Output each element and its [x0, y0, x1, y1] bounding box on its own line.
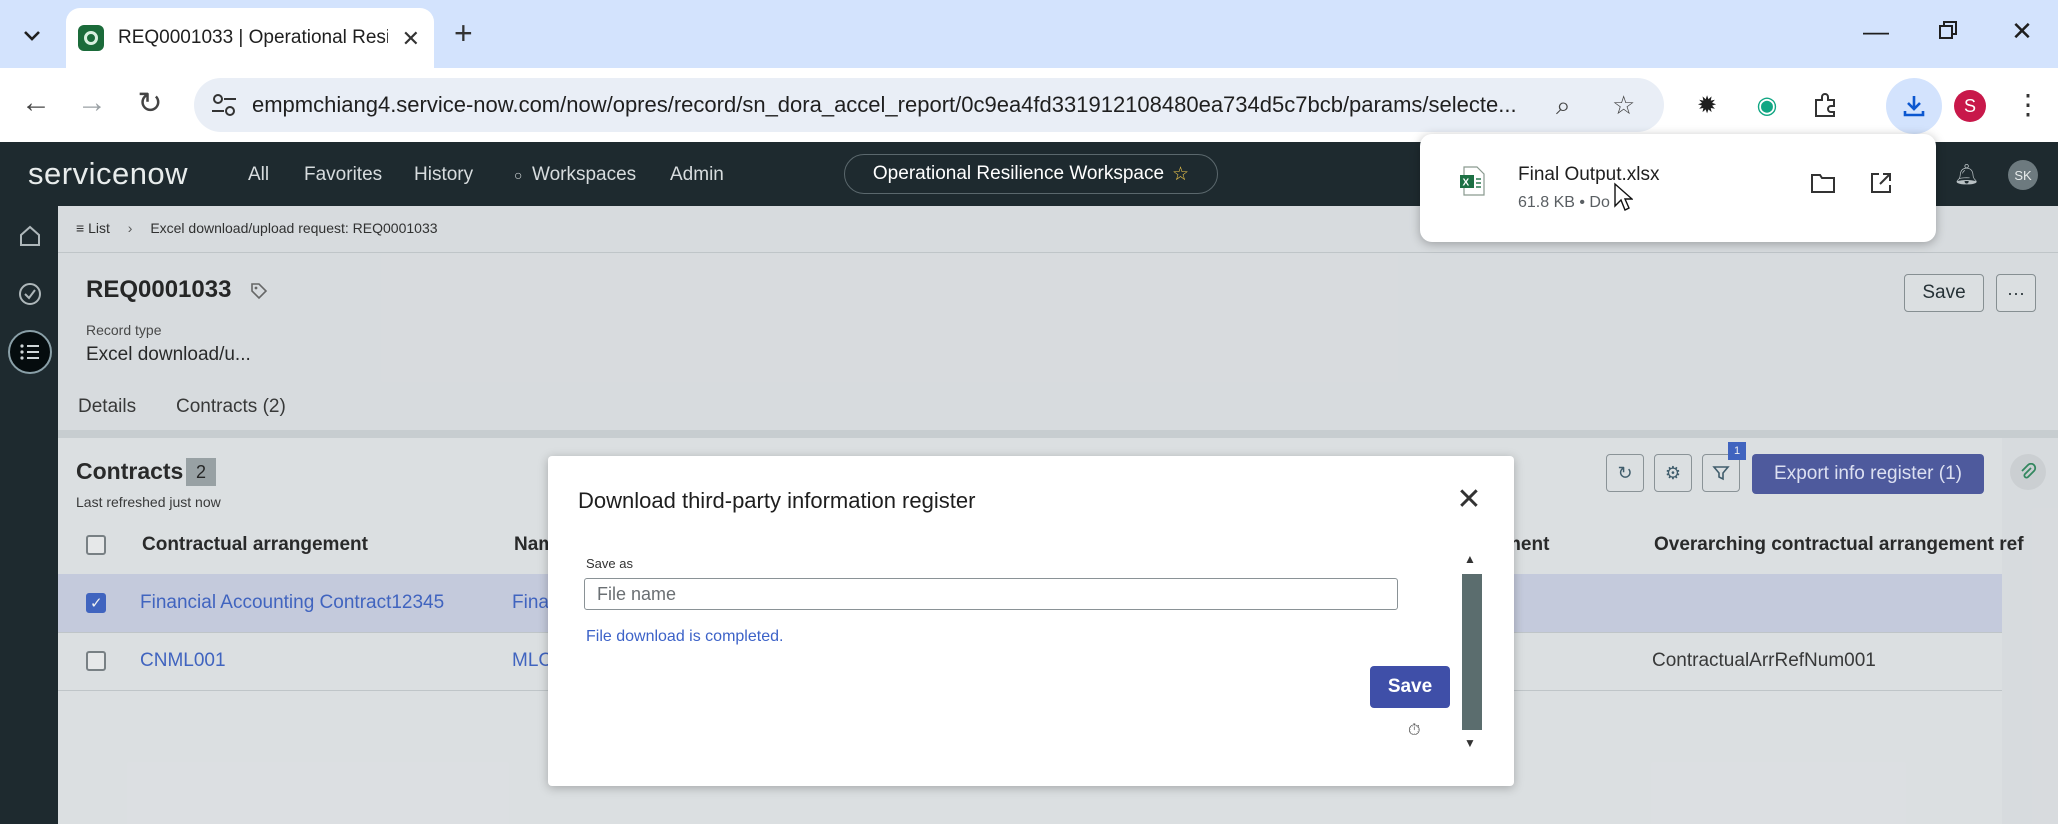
- home-icon[interactable]: [10, 216, 50, 256]
- favorite-star-icon[interactable]: ☆: [1172, 163, 1189, 186]
- servicenow-logo[interactable]: servicenow: [28, 156, 188, 192]
- bookmark-star-icon[interactable]: ☆: [1612, 90, 1635, 121]
- nav-favorites[interactable]: Favorites: [304, 164, 382, 186]
- mouse-cursor-icon: [1614, 182, 1633, 211]
- save-as-label: Save as: [586, 556, 633, 571]
- excel-file-icon: X: [1460, 166, 1485, 196]
- modal-save-button[interactable]: Save: [1370, 666, 1450, 708]
- minimize-window-icon[interactable]: —: [1856, 16, 1896, 47]
- tab-close-icon[interactable]: ✕: [402, 26, 420, 52]
- download-register-modal: Download third-party information registe…: [548, 456, 1514, 786]
- close-window-icon[interactable]: ✕: [2002, 16, 2042, 47]
- address-bar[interactable]: empmchiang4.service-now.com/now/opres/re…: [194, 78, 1664, 132]
- new-tab-plus-icon[interactable]: +: [454, 17, 473, 49]
- grammarly-extension-icon[interactable]: ◉: [1752, 90, 1782, 120]
- nav-all[interactable]: All: [248, 164, 269, 186]
- modal-title: Download third-party information registe…: [578, 488, 976, 513]
- forward-arrow-icon[interactable]: →: [72, 86, 112, 120]
- nav-admin[interactable]: Admin: [670, 164, 724, 186]
- downloads-icon[interactable]: [1886, 78, 1942, 134]
- back-arrow-icon[interactable]: ←: [16, 86, 56, 120]
- servicenow-favicon-icon: [78, 25, 104, 51]
- modal-scrollbar[interactable]: ▲ ▼: [1460, 552, 1482, 752]
- site-settings-icon[interactable]: [210, 92, 238, 118]
- scroll-thumb[interactable]: [1462, 574, 1482, 730]
- nav-workspaces[interactable]: Workspaces: [532, 164, 636, 186]
- open-external-icon[interactable]: [1864, 166, 1898, 200]
- profile-avatar[interactable]: S: [1954, 90, 1986, 122]
- notifications-bell-icon[interactable]: 🔔︎: [1954, 162, 1979, 187]
- modal-close-icon[interactable]: ✕: [1452, 482, 1486, 517]
- download-bubble: X Final Output.xlsx 61.8 KB • Do: [1420, 134, 1936, 242]
- nav-history[interactable]: History: [414, 164, 473, 186]
- tab-search-chevron-icon[interactable]: [10, 16, 54, 56]
- zoom-search-icon[interactable]: ⌕: [1556, 90, 1571, 122]
- browser-menu-icon[interactable]: ⋮: [2014, 88, 2042, 121]
- file-name-input[interactable]: [584, 578, 1398, 610]
- user-avatar[interactable]: SK: [2008, 160, 2038, 190]
- reload-icon[interactable]: ↻: [130, 86, 170, 121]
- check-circle-icon[interactable]: [10, 274, 50, 314]
- url-text: empmchiang4.service-now.com/now/opres/re…: [252, 92, 1517, 117]
- timer-icon: ⏱: [1408, 722, 1421, 739]
- restore-window-icon[interactable]: [1928, 16, 1968, 47]
- browser-tab-active[interactable]: REQ0001033 | Operational Resili ✕: [66, 8, 434, 68]
- tab-title: REQ0001033 | Operational Resili: [118, 27, 388, 48]
- left-rail: [0, 206, 58, 824]
- browser-tab-strip: REQ0001033 | Operational Resili ✕ + — ✕: [0, 0, 2058, 68]
- downloaded-file-name[interactable]: Final Output.xlsx: [1518, 164, 1660, 186]
- workspaces-circle-icon: ○: [514, 167, 523, 183]
- scroll-up-arrow-icon[interactable]: ▲: [1464, 552, 1476, 566]
- download-status-message: File download is completed.: [586, 628, 784, 645]
- workspace-pill[interactable]: Operational Resilience Workspace ☆: [844, 154, 1218, 194]
- browser-toolbar: ← → ↻ empmchiang4.service-now.com/now/op…: [0, 68, 2058, 142]
- show-in-folder-icon[interactable]: [1806, 166, 1840, 200]
- extensions-puzzle-icon[interactable]: [1810, 90, 1840, 120]
- list-icon[interactable]: [8, 330, 52, 374]
- logo-text: servicenow: [28, 156, 189, 191]
- workspace-pill-label: Operational Resilience Workspace: [872, 163, 1165, 184]
- scroll-down-arrow-icon[interactable]: ▼: [1464, 736, 1476, 750]
- extension-sun-icon[interactable]: ✹: [1692, 90, 1722, 120]
- downloaded-file-meta: 61.8 KB • Do: [1518, 194, 1610, 211]
- svg-text:X: X: [1463, 178, 1470, 189]
